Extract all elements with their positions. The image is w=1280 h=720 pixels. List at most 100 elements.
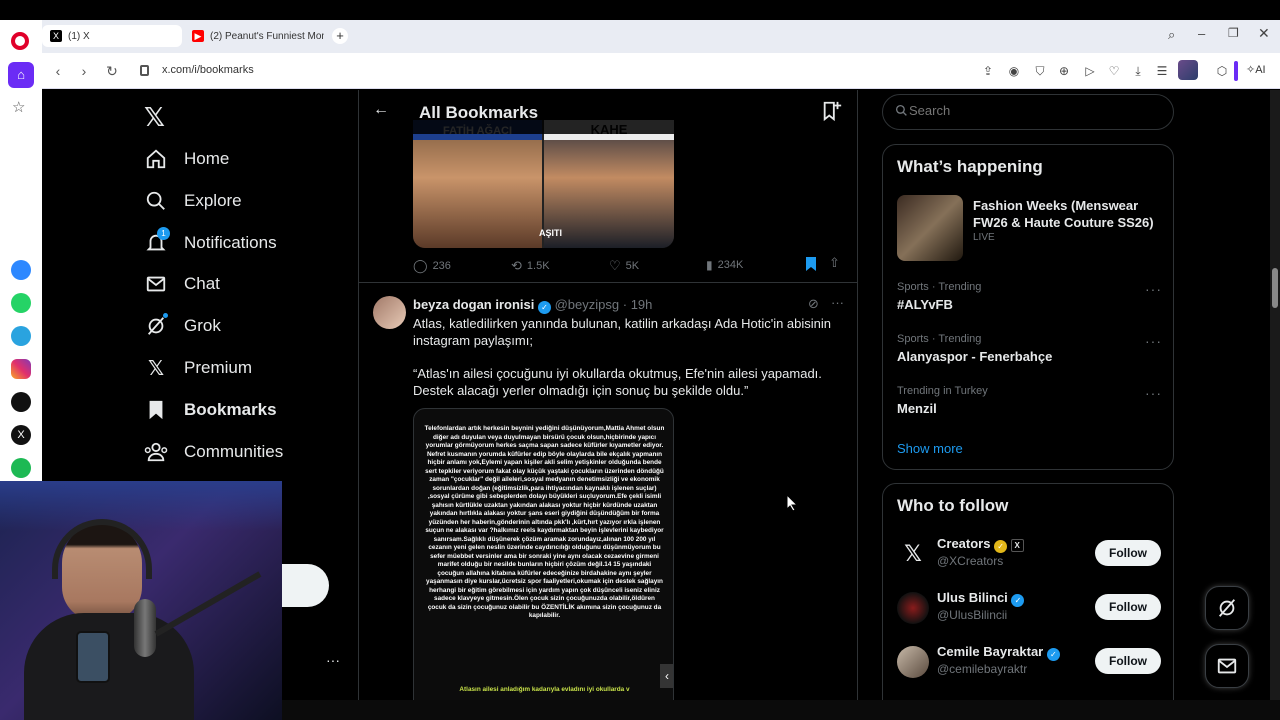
follow-button[interactable]: Follow (1095, 540, 1161, 566)
author-handle[interactable]: @beyzipsg (555, 297, 620, 312)
cube-icon[interactable]: ⬡ (1214, 62, 1230, 80)
nav-premium[interactable]: 𝕏 Premium (144, 350, 252, 386)
tweet-text: Atlas, katledilirken yanında bulunan, ka… (413, 316, 832, 348)
grok-tweet-icon[interactable]: ⊘ (808, 296, 819, 312)
instagram-icon[interactable] (11, 359, 31, 379)
tab-x[interactable]: X (1) X (42, 25, 182, 47)
screenshot-text: Telefonlardan artık herkesin beynini yed… (424, 425, 665, 619)
heart-icon[interactable]: ♡ (1106, 62, 1122, 80)
forward-button[interactable]: › (76, 63, 92, 79)
like-button[interactable]: ♡ 5K (609, 258, 639, 274)
translate-icon[interactable]: ⊕ (1056, 62, 1072, 80)
verified-gold-icon: ✓ (994, 540, 1008, 553)
close-button[interactable]: ✕ (1258, 25, 1270, 42)
messenger-icon[interactable] (11, 260, 31, 280)
account-more-icon[interactable]: ··· (326, 652, 340, 668)
mouse-cursor (786, 493, 799, 517)
search-tabs-icon[interactable]: ⌕ (1168, 27, 1175, 43)
telegram-icon[interactable] (11, 326, 31, 346)
more-icon[interactable]: ··· (1145, 385, 1162, 401)
minimize-button[interactable]: – (1198, 26, 1205, 41)
url-field[interactable]: x.com/i/bookmarks (162, 64, 254, 76)
tweet-media[interactable]: FATİH AĞACI KAHE AŞITI (413, 120, 674, 248)
nav-explore[interactable]: Explore (144, 183, 242, 219)
star-icon[interactable]: ☆ (12, 98, 25, 116)
webcam-overlay (0, 481, 282, 720)
show-more-link[interactable]: Show more (897, 441, 963, 456)
trend-item[interactable]: Sports · Trending Alanyaspor - Fenerbahç… (897, 333, 1161, 364)
bookmark-icon (144, 398, 168, 422)
ai-button[interactable]: ✧AI (1246, 63, 1266, 76)
new-tab-button[interactable]: + (332, 28, 348, 44)
home-workspace-icon[interactable]: ⌂ (8, 62, 34, 88)
bookmark-filled-icon[interactable] (805, 257, 817, 276)
follow-suggestion[interactable]: Ulus Bilinci ✓ @UlusBilincii Follow (897, 588, 1161, 628)
nav-chat[interactable]: Chat (144, 266, 220, 302)
like-count: 5K (625, 260, 640, 272)
page-scrollbar[interactable] (1270, 90, 1280, 700)
nav-label: Grok (184, 316, 221, 335)
views-button[interactable]: ▮ 234K (706, 258, 743, 272)
nav-notifications[interactable]: 1 Notifications (144, 225, 277, 261)
bookmarks-timeline: FATİH AĞACI KAHE AŞITI ← All Bookmarks ◯… (358, 90, 858, 700)
download-icon[interactable]: ⤓ (1130, 62, 1146, 80)
retweet-button[interactable]: ⟲ 1.5K (511, 258, 550, 274)
follow-suggestion[interactable]: 𝕏 Creators ✓ X @XCreators Follow (897, 534, 1161, 574)
scrollbar-thumb[interactable] (1272, 268, 1278, 308)
nav-label: Notifications (184, 233, 277, 252)
back-arrow-icon[interactable]: ← (373, 101, 389, 119)
divider (359, 282, 857, 283)
reload-button[interactable]: ↻ (104, 63, 120, 79)
profile-avatar[interactable] (1178, 60, 1198, 80)
featured-title: Fashion Weeks (Menswear FW26 & Haute Cou… (973, 198, 1154, 230)
more-icon[interactable]: ··· (1145, 281, 1162, 297)
x-logo-icon[interactable]: 𝕏 (144, 102, 165, 133)
nav-home[interactable]: Home (144, 141, 229, 177)
author-name[interactable]: beyza dogan ironisi (413, 297, 534, 312)
reply-button[interactable]: ◯ 236 (413, 258, 451, 274)
x-app-icon[interactable]: X (11, 425, 31, 445)
nav-communities[interactable]: Communities (144, 434, 283, 470)
more-icon[interactable]: ··· (1145, 333, 1162, 349)
spotify-icon[interactable] (11, 458, 31, 478)
shield-icon[interactable]: ⛉ (1032, 62, 1048, 80)
trend-item[interactable]: Sports · Trending #ALYvFB ··· (897, 281, 1161, 312)
nav-grok[interactable]: Grok (144, 308, 221, 344)
camera-icon[interactable]: ◉ (1006, 62, 1022, 80)
tweet-author-row: beyza dogan ironisi ✓ @beyzipsg · 19h (413, 297, 652, 314)
chart-icon: ▮ (706, 258, 713, 272)
address-bar: ‹ › ↻ x.com/i/bookmarks ⇪ ◉ ⛉ ⊕ ▷ ♡ ⤓ ☰ … (42, 53, 1280, 89)
follow-button[interactable]: Follow (1095, 648, 1161, 674)
search-input[interactable] (909, 103, 1159, 118)
new-folder-icon[interactable] (821, 100, 843, 127)
follow-suggestion[interactable]: Cemile Bayraktar ✓ @cemilebayraktr Follo… (897, 642, 1161, 682)
grok-floating-button[interactable] (1205, 586, 1249, 630)
more-options-icon[interactable]: ··· (831, 295, 844, 310)
media-prev-icon[interactable]: ‹ (660, 664, 673, 688)
menu-icon[interactable]: ☰ (1154, 62, 1170, 80)
retweet-count: 1.5K (526, 260, 550, 272)
nav-label: Premium (184, 358, 253, 377)
verified-icon: ✓ (1046, 648, 1060, 661)
messages-floating-button[interactable] (1205, 644, 1249, 688)
tab-youtube[interactable]: ▶ (2) Peanut's Funniest Mom (184, 25, 324, 47)
mail-icon (1217, 658, 1237, 674)
trend-item[interactable]: Trending in Turkey Menzil ··· (897, 385, 1161, 416)
avatar[interactable] (373, 296, 406, 329)
featured-trend[interactable]: Fashion Weeks (Menswear FW26 & Haute Cou… (897, 195, 1161, 263)
nav-bookmarks[interactable]: Bookmarks (144, 392, 277, 428)
tweet-screenshot-media[interactable]: Telefonlardan artık herkesin beynini yed… (413, 408, 674, 700)
search-icon (895, 104, 908, 122)
search-box[interactable] (882, 94, 1174, 130)
tiktok-icon[interactable] (11, 392, 31, 412)
play-icon[interactable]: ▷ (1082, 62, 1098, 80)
tweet-time[interactable]: · 19h (623, 297, 653, 312)
opera-logo-icon[interactable] (11, 32, 29, 50)
back-button[interactable]: ‹ (50, 63, 66, 79)
follow-button[interactable]: Follow (1095, 594, 1161, 620)
maximize-button[interactable]: ❐ (1228, 26, 1239, 40)
share-icon[interactable]: ⇪ (980, 62, 996, 80)
whatsapp-icon[interactable] (11, 293, 31, 313)
share-tweet-icon[interactable]: ⇧ (829, 255, 840, 271)
tab-label: (2) Peanut's Funniest Mom (210, 30, 324, 42)
